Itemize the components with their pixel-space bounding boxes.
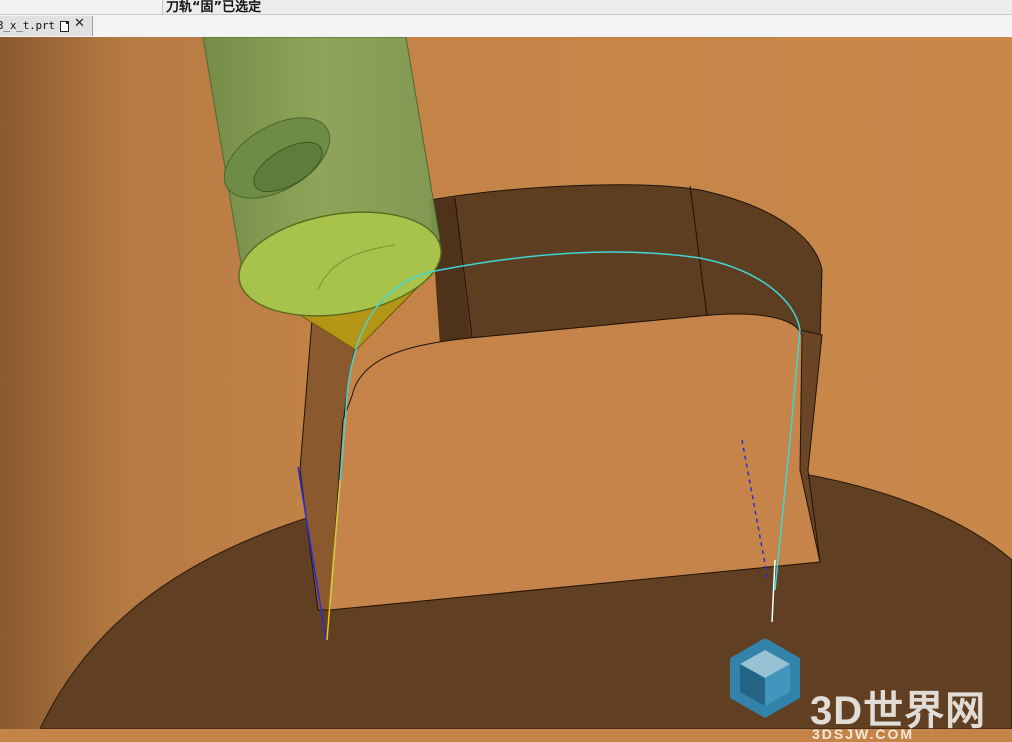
scene-svg bbox=[0, 37, 1012, 729]
status-message: 刀轨“固”已选定 bbox=[166, 0, 262, 15]
part-front-face bbox=[329, 313, 821, 611]
status-bar: 刀轨“固”已选定 bbox=[0, 0, 1012, 15]
tab-strip: 3_x_t.prt ✕ bbox=[0, 14, 1012, 38]
close-icon[interactable]: ✕ bbox=[74, 16, 85, 31]
watermark-url: 3DSJW.COM bbox=[812, 726, 915, 742]
status-left-panel bbox=[0, 0, 163, 14]
page-icon[interactable] bbox=[60, 21, 69, 32]
document-tab-label: 3_x_t.prt bbox=[0, 19, 55, 32]
graphics-viewport[interactable]: 3D世界网 3DSJW.COM bbox=[0, 37, 1012, 742]
document-tab[interactable]: 3_x_t.prt ✕ bbox=[0, 16, 93, 36]
